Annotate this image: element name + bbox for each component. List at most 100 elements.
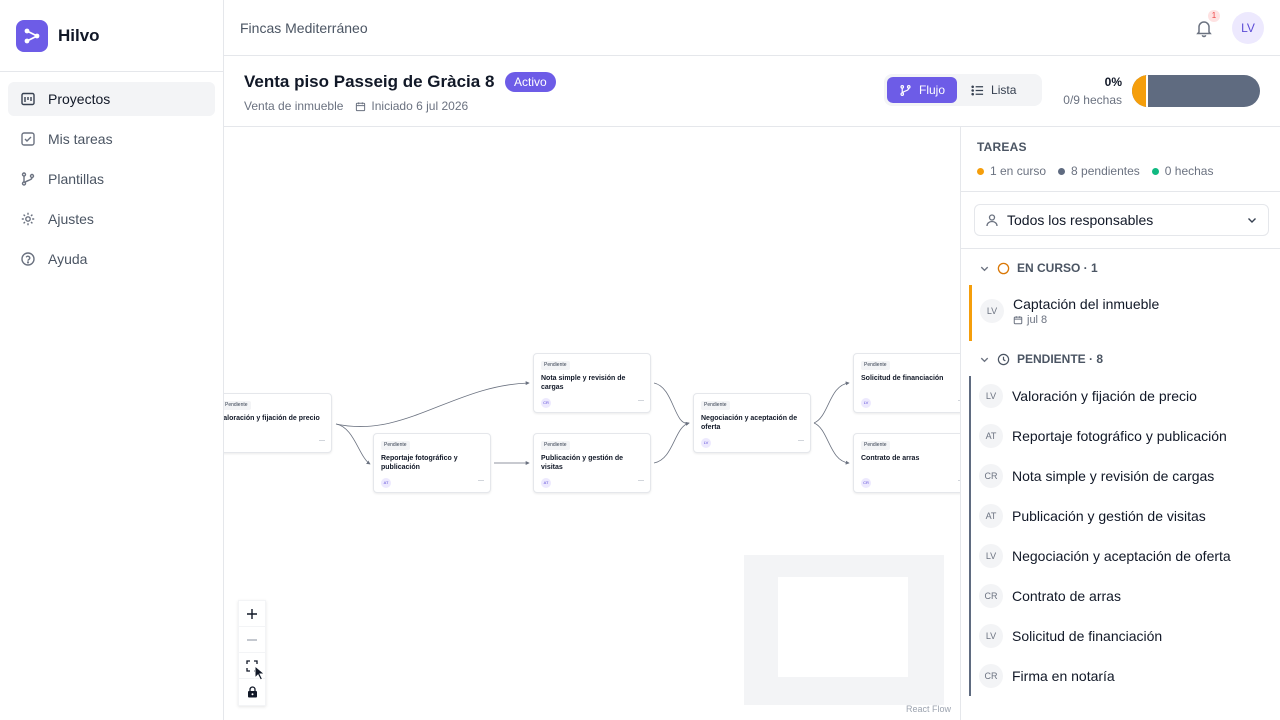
- task-due-date: jul 8: [1013, 314, 1047, 326]
- flow-node[interactable]: Pendiente Negociación y aceptación de of…: [693, 393, 811, 453]
- task-stats: 1 en curso 8 pendientes 0 hechas: [977, 164, 1213, 178]
- flow-node[interactable]: Pendiente Reportaje fotográfico y public…: [373, 433, 491, 493]
- task-title: Reportaje fotográfico y publicación: [1012, 428, 1227, 444]
- node-title: Publicación y gestión de visitas: [541, 455, 624, 471]
- task-item[interactable]: LV Valoración y fijación de precio: [969, 376, 1280, 416]
- stat-hechas: 0 hechas: [1151, 164, 1213, 178]
- tasks-panel: TAREAS 1 en curso 8 pendientes 0 hechas …: [960, 127, 1280, 720]
- clock-icon: [997, 353, 1010, 365]
- minimap-viewport[interactable]: [778, 577, 908, 677]
- task-item[interactable]: LV Captación del inmueble jul 8: [969, 285, 1280, 341]
- sidebar-item-plantillas[interactable]: Plantillas: [8, 162, 215, 196]
- sidebar-divider: [0, 71, 223, 72]
- lock-button[interactable]: [239, 679, 265, 705]
- project-type: Venta de inmueble: [244, 99, 344, 113]
- node-menu-icon[interactable]: [478, 480, 484, 481]
- task-due-label: jul 8: [1027, 314, 1048, 326]
- flow-edge: [653, 421, 690, 464]
- node-avatar: LV: [701, 438, 711, 448]
- flow-node[interactable]: Pendiente Contrato de arras CR: [853, 433, 960, 493]
- node-title: Negociación y aceptación de oferta: [701, 415, 798, 431]
- view-list-label: Lista: [991, 83, 1017, 97]
- sidebar-item-label: Ajustes: [48, 211, 94, 227]
- progress-bar: [1132, 75, 1260, 107]
- task-item[interactable]: LV Negociación y aceptación de oferta: [969, 536, 1280, 576]
- calendar-icon: [1013, 316, 1023, 325]
- flow-edge: [813, 422, 850, 465]
- node-menu-icon[interactable]: [798, 440, 804, 441]
- node-title: Solicitud de financiación: [861, 375, 944, 382]
- stat-label: 8 pendientes: [1071, 164, 1140, 178]
- progress-count: 0/9 hechas: [1063, 93, 1122, 107]
- chevron-down-icon: [1248, 218, 1256, 223]
- task-avatar: CR: [979, 584, 1003, 608]
- task-avatar: AT: [979, 424, 1003, 448]
- minus-icon: [247, 638, 257, 641]
- sidebar-item-label: Plantillas: [48, 171, 105, 187]
- sidebar-item-proyectos[interactable]: Proyectos: [8, 82, 215, 116]
- sidebar-nav: Proyectos Mis tareas Plantillas Ajustes …: [8, 82, 215, 282]
- node-status: Pendiente: [541, 361, 570, 370]
- task-item[interactable]: LV Solicitud de financiación: [969, 616, 1280, 656]
- node-menu-icon[interactable]: [638, 400, 644, 401]
- project-start: Iniciado 6 jul 2026: [355, 99, 468, 113]
- app-root: Hilvo Proyectos Mis tareas Plantillas Aj…: [0, 0, 1280, 720]
- node-title: Contrato de arras: [861, 455, 920, 462]
- sidebar-item-label: Proyectos: [48, 91, 111, 107]
- brand[interactable]: Hilvo: [16, 20, 100, 52]
- stat-en-curso: 1 en curso: [977, 164, 1046, 178]
- panel-divider: [961, 191, 1280, 192]
- stat-pendientes: 8 pendientes: [1058, 164, 1140, 178]
- flow-node[interactable]: Pendiente Valoración y fijación de preci…: [224, 393, 332, 453]
- view-list-button[interactable]: Lista: [959, 77, 1028, 103]
- flow-canvas[interactable]: Pendiente Valoración y fijación de preci…: [224, 127, 960, 720]
- task-item[interactable]: CR Firma en notaría: [969, 656, 1280, 696]
- task-item[interactable]: AT Reportaje fotográfico y publicación: [969, 416, 1280, 456]
- task-avatar: AT: [979, 504, 1003, 528]
- node-menu-icon[interactable]: [319, 440, 325, 441]
- user-avatar[interactable]: LV: [1232, 12, 1264, 44]
- notification-badge: 1: [1208, 10, 1220, 22]
- zoom-in-button[interactable]: [239, 601, 265, 627]
- task-item[interactable]: CR Contrato de arras: [969, 576, 1280, 616]
- sidebar-item-ajustes[interactable]: Ajustes: [8, 202, 215, 236]
- brand-logo-icon: [16, 20, 48, 52]
- sidebar-item-ayuda[interactable]: Ayuda: [8, 242, 215, 276]
- task-title: Valoración y fijación de precio: [1012, 388, 1197, 404]
- task-item[interactable]: AT Publicación y gestión de visitas: [969, 496, 1280, 536]
- minimap[interactable]: [744, 555, 944, 705]
- task-item[interactable]: CR Nota simple y revisión de cargas: [969, 456, 1280, 496]
- task-avatar: LV: [979, 384, 1003, 408]
- tasks-panel-title: TAREAS: [977, 140, 1027, 154]
- sidebar: Hilvo Proyectos Mis tareas Plantillas Aj…: [0, 0, 224, 720]
- node-avatar: AT: [541, 478, 551, 488]
- group-header-pendiente[interactable]: PENDIENTE · 8: [979, 352, 1103, 366]
- task-title: Solicitud de financiación: [1012, 628, 1163, 644]
- task-avatar: LV: [979, 544, 1003, 568]
- node-status: Pendiente: [861, 361, 890, 370]
- flow-node[interactable]: Pendiente Publicación y gestión de visit…: [533, 433, 651, 493]
- sidebar-item-label: Ayuda: [48, 251, 88, 267]
- progress-in-progress-segment: [1132, 75, 1146, 107]
- organization-name: Fincas Mediterráneo: [240, 20, 368, 36]
- in-progress-circle-icon: [997, 262, 1010, 274]
- view-flow-button[interactable]: Flujo: [887, 77, 958, 103]
- flow-node[interactable]: Pendiente Nota simple y revisión de carg…: [533, 353, 651, 413]
- help-circle-icon: [21, 252, 35, 266]
- node-menu-icon[interactable]: [638, 480, 644, 481]
- flow-node[interactable]: Pendiente Solicitud de financiación LV: [853, 353, 960, 413]
- group-label: EN CURSO · 1: [1017, 261, 1098, 275]
- progress-percent: 0%: [1104, 75, 1122, 89]
- zoom-out-button[interactable]: [239, 627, 265, 653]
- sidebar-item-mis-tareas[interactable]: Mis tareas: [8, 122, 215, 156]
- task-title: Nota simple y revisión de cargas: [1012, 468, 1215, 484]
- zoom-controls: [238, 600, 266, 706]
- assignee-filter-value: Todos los responsables: [1007, 212, 1154, 228]
- task-avatar: CR: [979, 464, 1003, 488]
- sidebar-item-label: Mis tareas: [48, 131, 113, 147]
- group-header-en-curso[interactable]: EN CURSO · 1: [979, 261, 1098, 275]
- lock-icon: [247, 686, 257, 698]
- task-title: Negociación y aceptación de oferta: [1012, 548, 1231, 564]
- react-flow-attribution[interactable]: React Flow: [906, 704, 951, 714]
- assignee-filter-select[interactable]: Todos los responsables: [974, 204, 1269, 236]
